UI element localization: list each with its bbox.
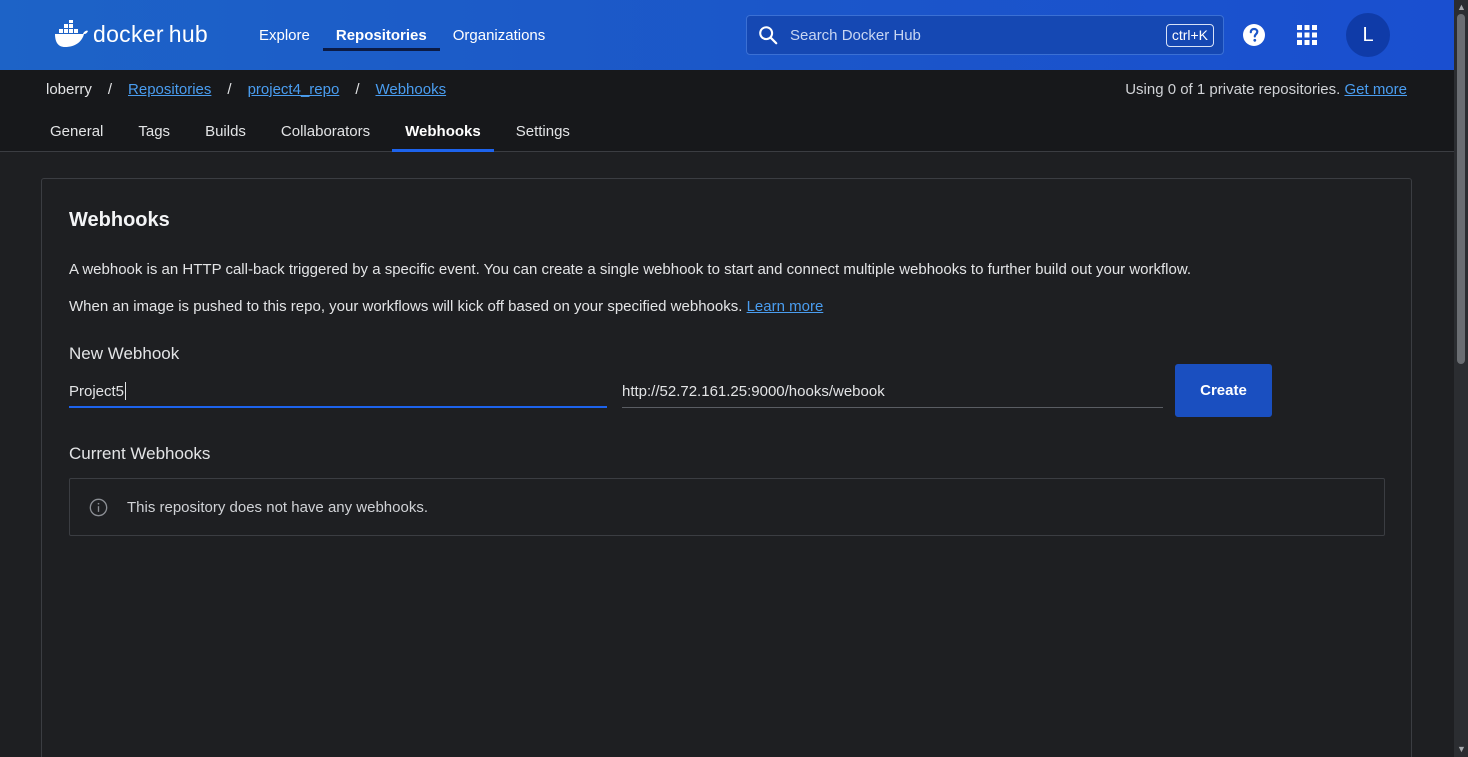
breadcrumb-webhooks-link[interactable]: Webhooks xyxy=(375,81,446,98)
tab-tags[interactable]: Tags xyxy=(125,110,183,152)
webhook-url-field[interactable] xyxy=(622,379,1163,408)
nav-explore[interactable]: Explore xyxy=(246,0,323,70)
tab-settings[interactable]: Settings xyxy=(503,110,583,152)
main-nav: Explore Repositories Organizations xyxy=(246,0,558,70)
help-icon[interactable] xyxy=(1242,23,1266,47)
tab-general[interactable]: General xyxy=(37,110,116,152)
breadcrumb-repo-link[interactable]: project4_repo xyxy=(248,81,340,98)
create-button[interactable]: Create xyxy=(1175,364,1272,417)
nav-repositories[interactable]: Repositories xyxy=(322,0,440,70)
empty-webhooks-notice: This repository does not have any webhoo… xyxy=(69,478,1385,536)
brand-hub: hub xyxy=(168,20,209,47)
breadcrumb-separator: / xyxy=(355,81,360,98)
page-scrollbar[interactable]: ▲ ▼ xyxy=(1454,0,1468,757)
current-webhooks-heading: Current Webhooks xyxy=(69,444,211,463)
scroll-down-arrow-icon[interactable]: ▼ xyxy=(1457,744,1466,754)
top-header: docker hub Explore Repositories Organiza… xyxy=(0,0,1454,70)
tab-builds[interactable]: Builds xyxy=(192,110,259,152)
webhooks-description: A webhook is an HTTP call-back triggered… xyxy=(69,261,1192,278)
repo-tabs: General Tags Builds Collaborators Webhoo… xyxy=(0,110,1454,152)
nav-organizations[interactable]: Organizations xyxy=(440,0,559,70)
docker-whale-icon xyxy=(55,20,88,47)
breadcrumb-repositories-link[interactable]: Repositories xyxy=(128,81,211,98)
new-webhook-heading: New Webhook xyxy=(69,344,180,363)
breadcrumb-separator: / xyxy=(107,81,113,98)
scroll-up-arrow-icon[interactable]: ▲ xyxy=(1457,2,1466,12)
tab-webhooks[interactable]: Webhooks xyxy=(392,110,494,152)
breadcrumb-namespace: loberry xyxy=(46,81,92,98)
search-icon xyxy=(759,26,778,45)
search-input[interactable] xyxy=(790,26,1150,44)
webhooks-description-2: When an image is pushed to this repo, yo… xyxy=(69,298,823,315)
webhook-url-input[interactable] xyxy=(622,379,1163,403)
brand-docker: docker xyxy=(93,20,164,47)
webhooks-title: Webhooks xyxy=(69,209,170,231)
empty-webhooks-text: This repository does not have any webhoo… xyxy=(127,499,429,516)
tab-collaborators[interactable]: Collaborators xyxy=(268,110,383,152)
private-repo-usage: Using 0 of 1 private repositories. Get m… xyxy=(1125,81,1407,98)
apps-grid-icon[interactable] xyxy=(1297,25,1317,45)
breadcrumb-bar: loberry / Repositories / project4_repo /… xyxy=(0,70,1454,110)
scrollbar-thumb[interactable] xyxy=(1457,14,1465,364)
search-bar[interactable]: ctrl+K xyxy=(746,15,1224,55)
usage-text: Using 0 of 1 private repositories. xyxy=(1125,81,1341,98)
get-more-link[interactable]: Get more xyxy=(1344,81,1407,98)
webhooks-card: Webhooks A webhook is an HTTP call-back … xyxy=(41,178,1412,757)
docker-hub-logo[interactable]: docker hub xyxy=(53,19,208,49)
info-icon xyxy=(89,498,108,517)
breadcrumb: loberry / Repositories / project4_repo /… xyxy=(46,81,446,98)
text-cursor xyxy=(125,382,126,400)
search-shortcut-badge: ctrl+K xyxy=(1165,24,1214,47)
breadcrumb-separator: / xyxy=(227,81,232,98)
webhook-name-input[interactable] xyxy=(69,379,607,403)
user-avatar[interactable]: L xyxy=(1346,13,1390,57)
learn-more-link[interactable]: Learn more xyxy=(747,298,824,315)
webhook-name-field[interactable] xyxy=(69,379,607,408)
brand-name: docker hub xyxy=(93,21,208,48)
webhooks-description-2-text: When an image is pushed to this repo, yo… xyxy=(69,298,743,315)
